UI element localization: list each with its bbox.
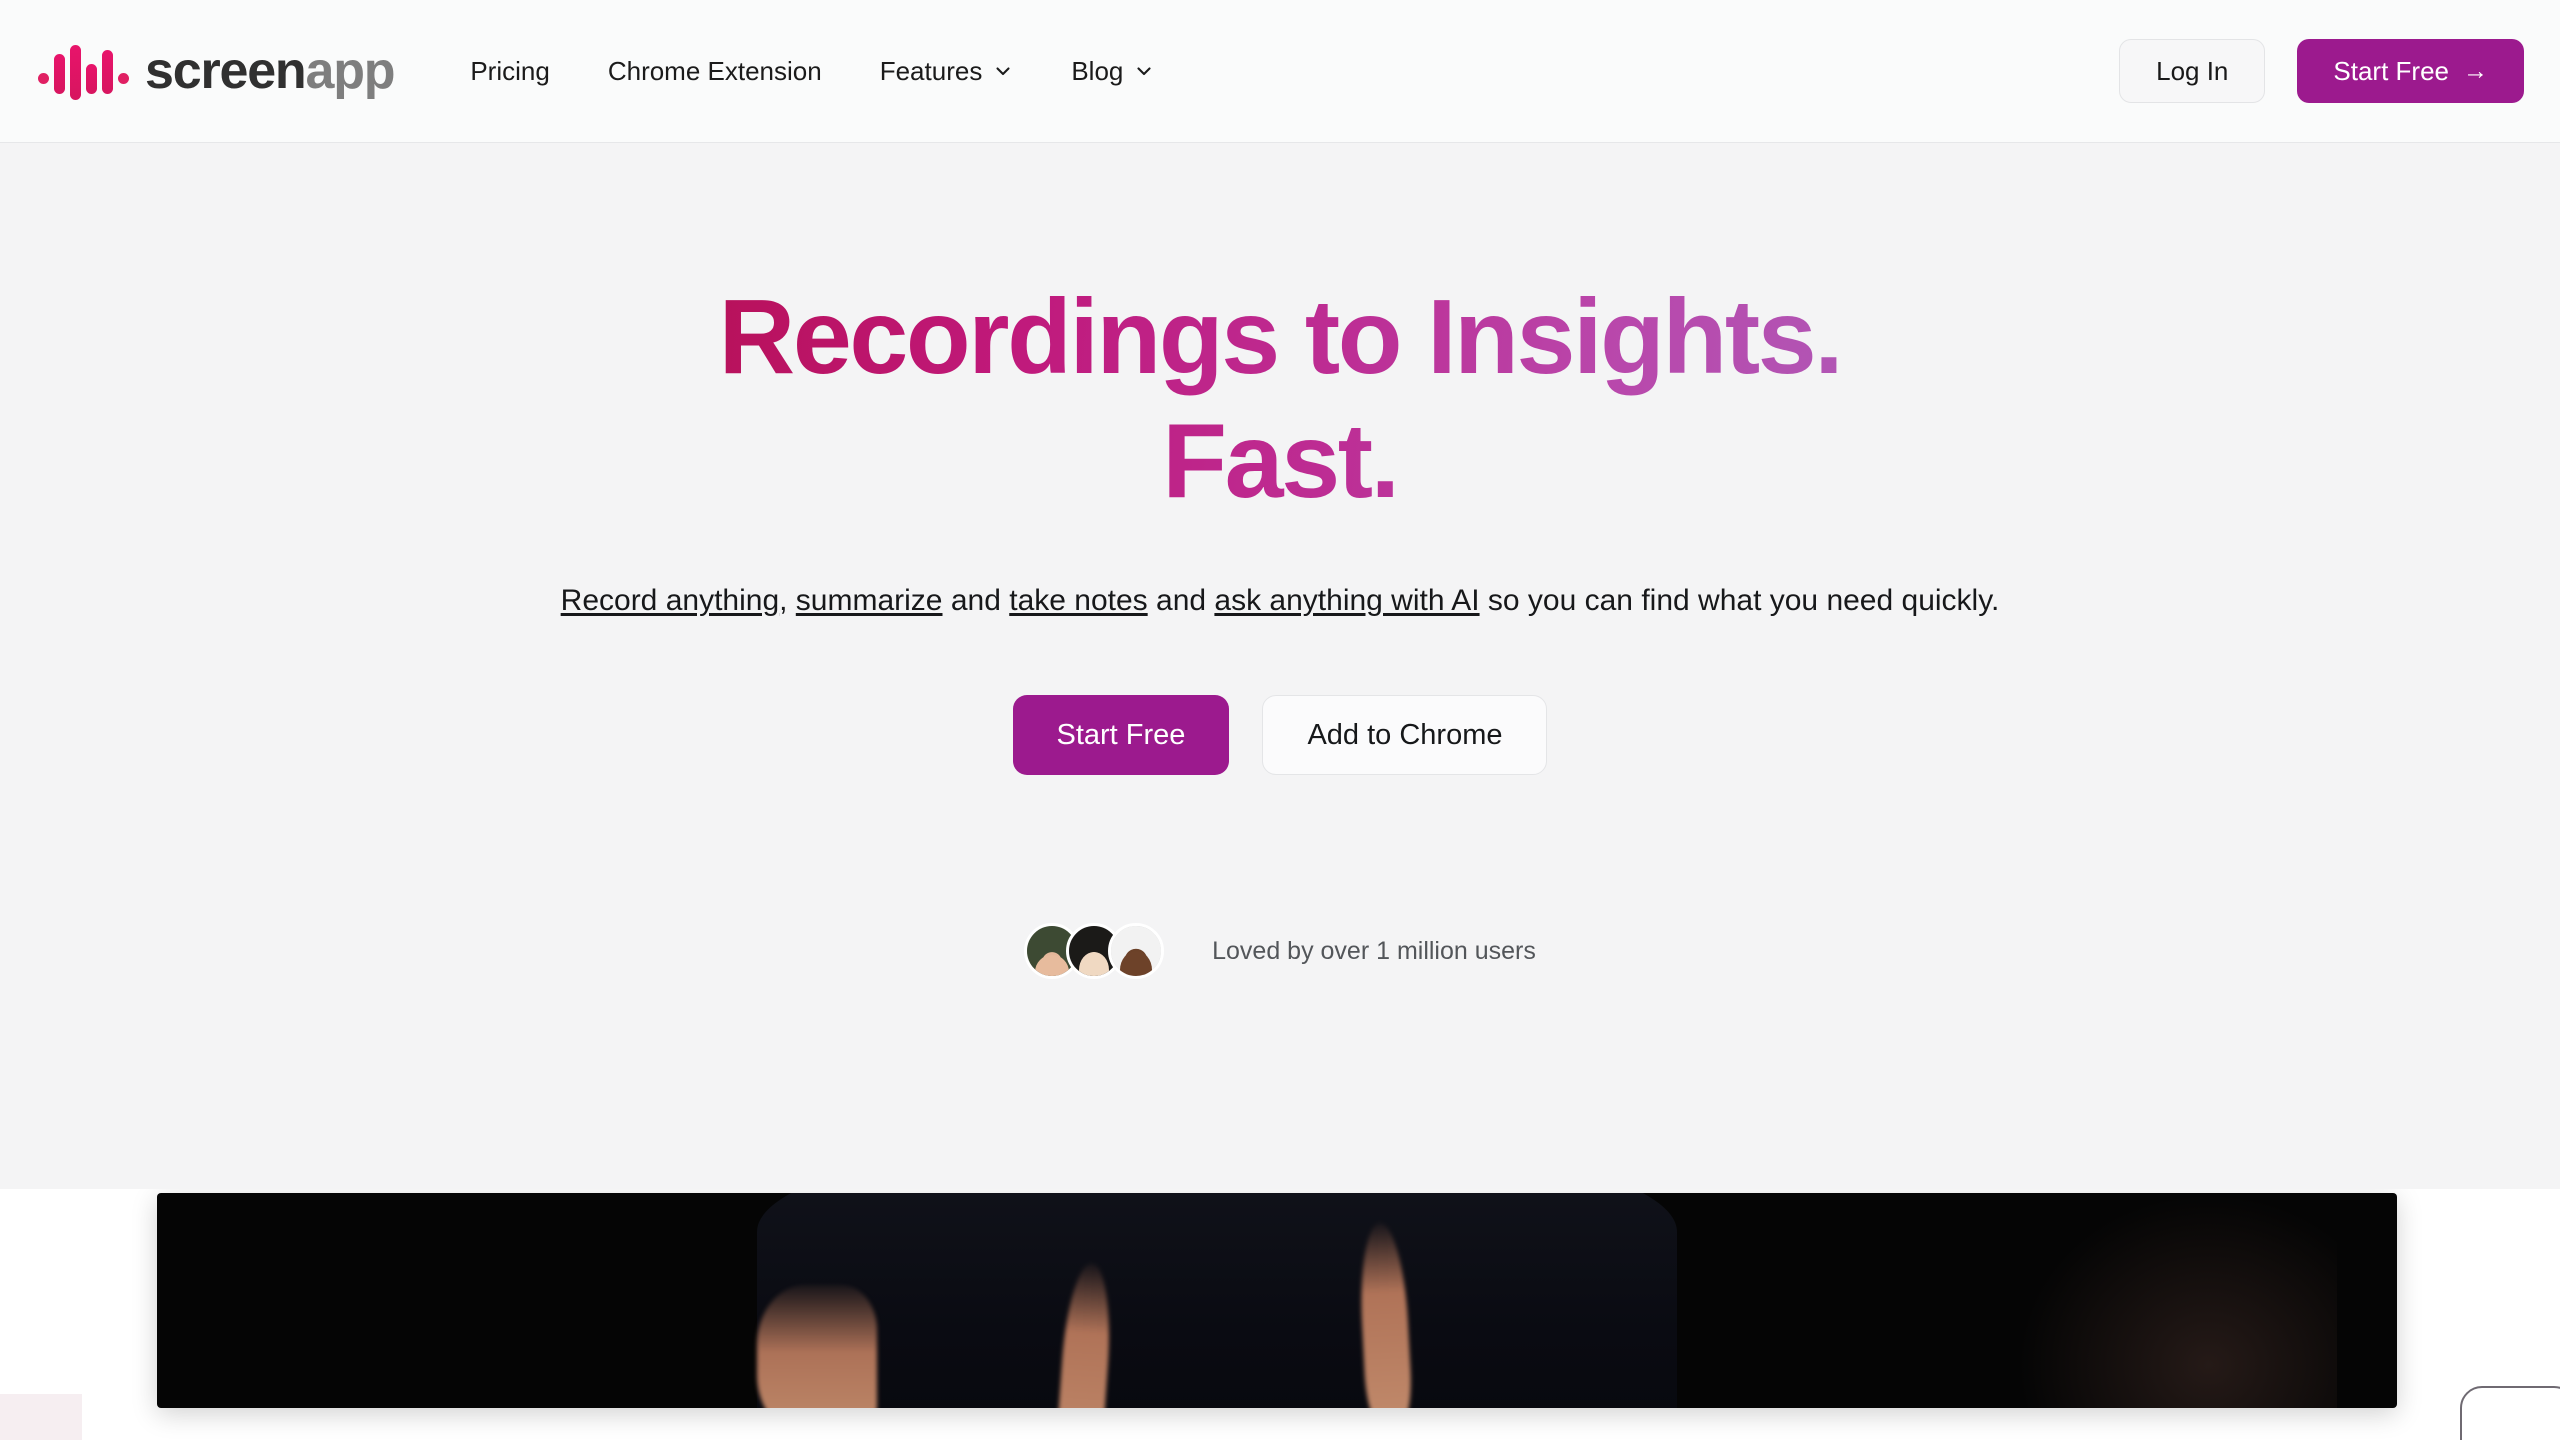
nav-item-features[interactable]: Features: [878, 48, 1016, 94]
video-subject-arm: [757, 1285, 877, 1408]
nav-item-chrome-extension[interactable]: Chrome Extension: [606, 48, 824, 94]
nav-item-pricing[interactable]: Pricing: [468, 48, 551, 94]
hero-link-take-notes[interactable]: take notes: [1009, 584, 1147, 617]
start-free-button[interactable]: Start Free: [1012, 695, 1230, 776]
hero-subtitle-sep-1: ,: [779, 584, 796, 618]
hero-link-ask-anything-with-ai[interactable]: ask anything with AI: [1214, 584, 1479, 617]
hero-link-record-anything[interactable]: Record anything: [561, 584, 779, 617]
hero-title-line-1: Recordings to Insights.: [718, 278, 1842, 396]
brand-word-primary: screen: [145, 42, 307, 100]
hero-section: Recordings to Insights. Fast. Record any…: [0, 143, 2560, 1189]
nav-item-label: Blog: [1071, 56, 1124, 86]
start-free-header-label: Start Free: [2333, 56, 2449, 86]
nav-item-label: Chrome Extension: [607, 56, 822, 86]
nav-item-label: Features: [879, 56, 983, 86]
video-light-glow: [2017, 1193, 2337, 1408]
hero-subtitle-sep-3: and: [1147, 584, 1215, 618]
video-subject: [757, 1193, 1677, 1408]
header-actions: Log In Start Free →: [2119, 39, 2524, 103]
social-proof-text: Loved by over 1 million users: [1212, 936, 1536, 965]
chevron-down-icon: [1134, 61, 1154, 81]
brand-wordmark: screenapp: [145, 42, 396, 100]
video-section: [0, 1189, 2560, 1440]
avatar-stack: [1024, 923, 1165, 980]
page-title: Recordings to Insights. Fast.: [719, 275, 1842, 523]
brand-logo[interactable]: screenapp: [38, 40, 396, 102]
arrow-right-icon: →: [2463, 56, 2488, 85]
nav-item-blog[interactable]: Blog: [1069, 48, 1156, 94]
hero-subtitle-tail: so you can find what you need quickly.: [1479, 584, 2000, 618]
video-left-margin: [0, 1189, 157, 1440]
brand-word-secondary: app: [305, 42, 395, 100]
hero-subtitle-sep-2: and: [942, 584, 1010, 618]
site-header: screenapp Pricing Chrome Extension Featu…: [0, 0, 2560, 143]
waveform-logo-icon: [38, 40, 129, 102]
main-navigation: Pricing Chrome Extension Features Blog: [468, 48, 1156, 94]
nav-item-label: Pricing: [470, 56, 550, 86]
page-scrollbar[interactable]: [2546, 1189, 2560, 1440]
login-button[interactable]: Log In: [2119, 39, 2266, 103]
hero-cta-group: Start Free Add to Chrome: [1012, 695, 1548, 776]
hero-title-line-2: Fast.: [1162, 402, 1398, 521]
avatar: [1108, 923, 1165, 980]
start-free-header-button[interactable]: Start Free →: [2297, 39, 2524, 103]
chat-widget-button[interactable]: [2460, 1386, 2560, 1440]
social-proof: Loved by over 1 million users: [1024, 923, 1536, 980]
hero-subtitle: Record anything, summarize and take note…: [561, 579, 2000, 623]
chevron-down-icon: [993, 61, 1013, 81]
hero-link-summarize[interactable]: summarize: [796, 584, 943, 617]
add-to-chrome-button[interactable]: Add to Chrome: [1262, 695, 1548, 776]
hero-video-player[interactable]: [157, 1193, 2397, 1408]
